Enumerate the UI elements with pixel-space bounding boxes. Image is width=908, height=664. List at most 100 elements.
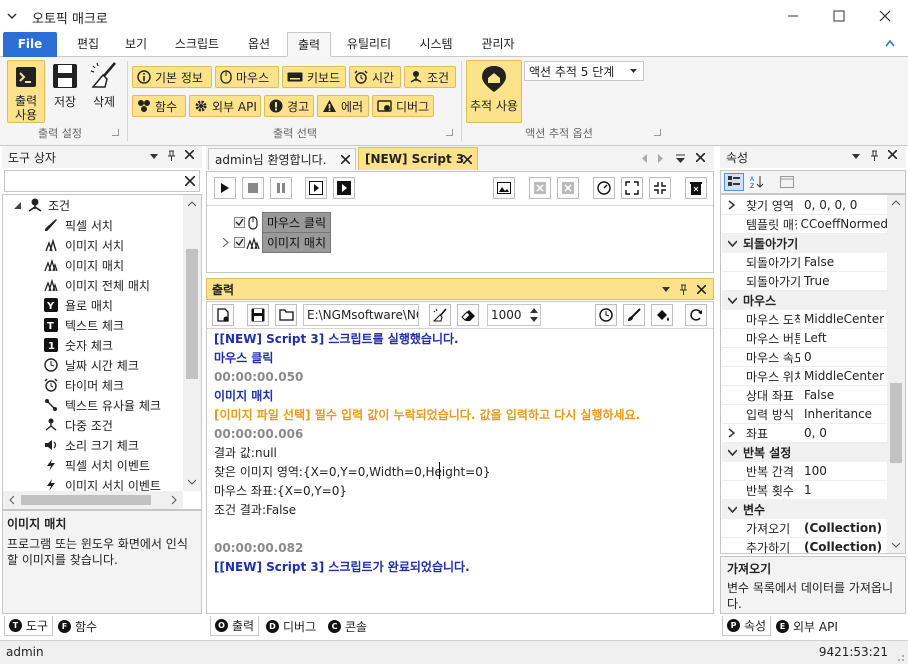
output-function-button[interactable]: 함수 (132, 95, 186, 117)
property-value[interactable]: 0, 0, 0, 0 (800, 198, 857, 212)
group-dialog-launcher-icon[interactable] (654, 129, 661, 136)
property-value[interactable]: False (800, 255, 834, 269)
tree-category-condition[interactable]: 조건 (13, 195, 70, 215)
property-row[interactable]: 템플릿 매칭CCoeffNormed (722, 215, 888, 234)
run-button[interactable] (214, 177, 236, 199)
tab-edit[interactable]: 편집 (62, 32, 114, 57)
collapse-ribbon-icon[interactable] (885, 39, 895, 47)
property-row[interactable]: 추가하기 (Collection) (722, 538, 888, 557)
scroll-thumb[interactable] (890, 383, 902, 463)
pin-icon[interactable] (167, 150, 176, 161)
output-warning-button[interactable]: 경고 (264, 95, 314, 117)
output-external-api-button[interactable]: 외부 API (189, 95, 261, 117)
output-condition-button[interactable]: 조건 (404, 66, 456, 88)
disabled-delete-button[interactable] (529, 177, 551, 199)
property-row[interactable]: 마우스 속도 0 (722, 348, 888, 367)
close-icon[interactable] (888, 150, 897, 159)
tab-utility[interactable]: 유틸리티 (336, 32, 402, 57)
property-category[interactable]: 반복 설정 (722, 443, 888, 462)
output-time-button[interactable]: 시간 (349, 66, 401, 88)
property-row[interactable]: 찾기 영역 0, 0, 0, 0 (722, 196, 888, 215)
tracking-enable-button[interactable]: 추적 사용 (466, 60, 522, 123)
tree-item-text-check[interactable]: T 텍스트 체크 (43, 315, 124, 335)
dropdown-arrow-icon[interactable] (662, 287, 670, 292)
property-row[interactable]: 상대 좌표 False (722, 386, 888, 405)
output-keyboard-button[interactable]: 키보드 (282, 66, 346, 88)
close-tab-icon[interactable] (463, 155, 472, 164)
output-basic-info-button[interactable]: 기본 정보 (132, 66, 212, 88)
toolbox-vscrollbar[interactable] (183, 195, 201, 491)
maximize-button[interactable] (816, 0, 862, 32)
output-debug-button[interactable]: 디버그 (372, 95, 434, 117)
tab-debug-bottom[interactable]: D 디버그 (262, 616, 320, 636)
close-icon[interactable] (697, 285, 706, 294)
scroll-thumb[interactable] (21, 495, 151, 505)
property-row[interactable]: 되돌아가기 True (722, 272, 888, 291)
save-log-button[interactable] (247, 304, 269, 326)
tab-output-bottom[interactable]: O 출력 (210, 616, 260, 636)
property-row[interactable]: 마우스 위치 MiddleCenter (722, 367, 888, 386)
collapse-all-button[interactable] (649, 177, 671, 199)
tab-script[interactable]: 스크립트 (164, 32, 230, 57)
tab-file[interactable]: File (3, 32, 57, 57)
tab-tools[interactable]: T 도구 (4, 616, 54, 636)
editor-tab-welcome[interactable]: admin님 환영합니다. (208, 148, 356, 170)
max-lines-spinner[interactable]: 1000 (487, 304, 541, 326)
tab-list-icon[interactable] (676, 154, 685, 163)
spin-down-icon[interactable] (530, 317, 538, 322)
property-value[interactable]: True (800, 274, 830, 288)
editor-tab-script3[interactable]: [NEW] Script 3 (358, 147, 478, 170)
timestamp-button[interactable] (595, 304, 617, 326)
expand-arrow-icon[interactable] (728, 200, 735, 210)
property-value[interactable]: 0 (800, 350, 812, 364)
property-category[interactable]: 변수 (722, 500, 888, 519)
close-tab-icon[interactable] (341, 155, 350, 164)
pin-icon[interactable] (679, 284, 688, 295)
tab-scroll-right-icon[interactable] (658, 154, 664, 163)
tree-item-text-similarity[interactable]: 텍스트 유사율 체크 (43, 395, 161, 415)
system-menu-icon[interactable] (7, 11, 17, 21)
property-row[interactable]: 마우스 버튼 Left (722, 329, 888, 348)
dropdown-arrow-icon[interactable] (852, 150, 860, 159)
stop-button[interactable] (242, 177, 264, 199)
tree-item-multi-condition[interactable]: 다중 조건 (43, 415, 113, 435)
property-row[interactable]: 되돌아가기 False (722, 253, 888, 272)
scroll-thumb[interactable] (186, 249, 198, 379)
property-value[interactable]: (Collection) (800, 521, 882, 535)
open-folder-button[interactable] (275, 304, 297, 326)
minimize-button[interactable] (770, 0, 816, 32)
tree-item-yolo-match[interactable]: Y 욜로 매치 (43, 295, 113, 315)
spin-up-icon[interactable] (530, 308, 538, 313)
expand-arrow-icon[interactable] (728, 428, 735, 438)
close-icon[interactable] (696, 153, 705, 162)
tab-options[interactable]: 옵션 (236, 32, 282, 57)
property-category[interactable]: 마우스 (722, 291, 888, 310)
property-value[interactable]: Left (800, 331, 827, 345)
text-color-button[interactable] (623, 304, 645, 326)
pin-icon[interactable] (870, 150, 879, 161)
tab-scroll-left-icon[interactable] (642, 154, 648, 163)
group-dialog-launcher-icon[interactable] (112, 129, 119, 136)
script-node-mouse-click[interactable]: 마우스 클릭 (234, 212, 332, 233)
tracking-level-dropdown[interactable]: 액션 추적 5 단계 (524, 61, 644, 81)
property-pages-button[interactable] (777, 173, 797, 191)
property-value[interactable]: 1 (800, 483, 812, 497)
property-row[interactable]: 가져오기 (Collection) (722, 519, 888, 538)
print-enable-button[interactable]: 출력 사용 (7, 60, 45, 123)
capture-image-button[interactable] (493, 177, 515, 199)
erase-log-button[interactable] (457, 304, 479, 326)
property-vscrollbar[interactable] (887, 195, 905, 553)
background-color-button[interactable] (651, 304, 673, 326)
property-value[interactable]: False (800, 388, 834, 402)
tree-item-image-match[interactable]: 이미지 매치 (43, 255, 124, 275)
delete-button[interactable]: 삭제 (86, 61, 122, 121)
tree-item-image-full-match[interactable]: 이미지 전체 매치 (43, 275, 150, 295)
tab-admin[interactable]: 관리자 (470, 32, 526, 57)
property-row[interactable]: 마우스 도착 MiddleCenter (722, 310, 888, 329)
property-row[interactable]: 반복 간격 100 (722, 462, 888, 481)
delete-script-button[interactable] (685, 177, 707, 199)
group-dialog-launcher-icon[interactable] (446, 129, 453, 136)
categorized-view-button[interactable] (724, 173, 744, 191)
property-value[interactable]: Inheritance (800, 407, 872, 421)
save-button[interactable]: 저장 (48, 63, 82, 123)
